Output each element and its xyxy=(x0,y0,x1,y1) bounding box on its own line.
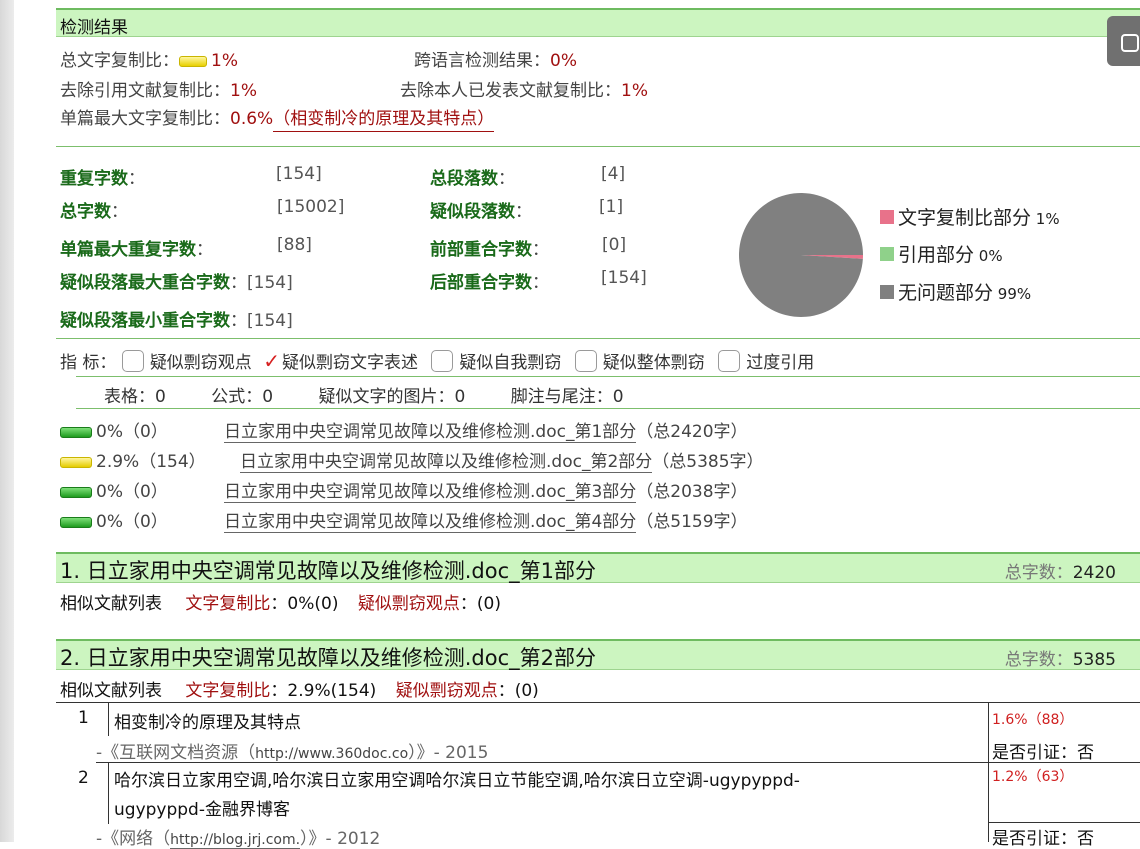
checkbox-icon[interactable] xyxy=(718,350,741,372)
ref-percent: 1.6%（88） xyxy=(992,712,1074,728)
report-document: 检测结果 总文字复制比： 1% 跨语言检测结果：0% 去除引用文献复制比：1% 去… xyxy=(56,0,1140,849)
floating-tool-button[interactable] xyxy=(1107,16,1140,66)
cross-language-result: 跨语言检测结果：0% xyxy=(414,51,577,71)
legend-value: 0% xyxy=(974,247,1003,265)
divider xyxy=(76,376,1140,377)
ref-title[interactable]: 哈尔滨日立家用空调,哈尔滨日立家用空调哈尔滨日立节能空调,哈尔滨日立空调-ugy… xyxy=(114,766,800,791)
max-single-dup-value: [88] xyxy=(277,235,312,255)
copy-ratio-pie-chart xyxy=(739,192,863,317)
legend-label: 引用部分 xyxy=(898,244,975,266)
indicator-plagiarized-idea[interactable]: 疑似剽窃观点 xyxy=(121,350,252,373)
indicators-label: 指 标： xyxy=(60,353,117,373)
legend-swatch xyxy=(880,284,894,299)
back-overlap-label: 后部重合字数： xyxy=(430,273,549,293)
table-border xyxy=(108,762,109,824)
ref-source: -《互联网文档资源（http://www.360doc.co）》- 2015 xyxy=(96,743,489,763)
checkbox-icon[interactable] xyxy=(574,350,597,372)
legend-swatch xyxy=(880,246,894,261)
section-1-title: 1. 日立家用中央空调常见故障以及维修检测.doc_第1部分 xyxy=(60,559,596,583)
yellow-bar-icon xyxy=(179,55,207,67)
pie-slice-2 xyxy=(739,192,863,317)
divider xyxy=(56,338,1140,339)
total-copy-ratio: 总文字复制比： 1% xyxy=(60,51,238,71)
section-2-title: 2. 日立家用中央空调常见故障以及维修检测.doc_第2部分 xyxy=(60,646,596,670)
ref-title[interactable]: 相变制冷的原理及其特点 xyxy=(114,708,301,733)
divider xyxy=(56,146,1140,147)
legend-swatch xyxy=(880,209,894,224)
ref-source-link[interactable]: http://blog.jrj.com. xyxy=(170,832,301,849)
part-row-3: 0%（0） 日立家用中央空调常见故障以及维修检测.doc_第3部分（总2038字） xyxy=(60,477,748,503)
max-single-ratio: 单篇最大文字复制比：0.6%（相变制冷的原理及其特点） xyxy=(60,104,495,132)
legend-value: 1% xyxy=(1031,210,1060,228)
section-2-total: 总字数：5385 xyxy=(1004,650,1116,670)
total-para-value: [4] xyxy=(601,164,626,184)
ref-citation-status: 是否引证：否 xyxy=(992,743,1094,763)
max-single-source-link[interactable]: （相变制冷的原理及其特点） xyxy=(273,109,495,132)
indicator-excessive-citation[interactable]: 过度引用 xyxy=(718,350,814,373)
legend-item-2: 无问题部分 99% xyxy=(880,278,1031,305)
dup-chars-label: 重复字数： xyxy=(60,169,145,189)
section-1-summary: 相似文献列表 文字复制比：0%(0) 疑似剽窃观点：(0) xyxy=(60,594,501,614)
ref-title-continued[interactable]: ugypyppd-金融界博客 xyxy=(114,795,290,820)
part-row-4: 0%（0） 日立家用中央空调常见故障以及维修检测.doc_第4部分（总5159字） xyxy=(60,507,748,533)
result-title: 检测结果 xyxy=(60,18,128,38)
ref-source: -《网络（http://blog.jrj.com.）》- 2012 xyxy=(96,829,381,849)
legend-item-0: 文字复制比部分 1% xyxy=(880,203,1060,230)
ref-number: 1 xyxy=(78,708,89,728)
exclude-self-ratio: 去除本人已发表文献复制比：1% xyxy=(400,81,648,101)
section-1-total: 总字数：2420 xyxy=(1004,563,1116,583)
ref-percent: 1.2%（63） xyxy=(992,769,1074,785)
susp-para-value: [1] xyxy=(599,197,624,217)
green-bar-icon xyxy=(60,486,92,498)
susp-para-max-label: 疑似段落最大重合字数：[154] xyxy=(60,273,293,293)
part-link-3[interactable]: 日立家用中央空调常见故障以及维修检测.doc_第3部分 xyxy=(224,482,637,503)
indicator-plagiarized-wording[interactable]: ✓ 疑似剽窃文字表述 xyxy=(263,349,418,373)
table-border xyxy=(988,702,989,842)
total-chars-value: [15002] xyxy=(277,197,345,217)
legend-item-1: 引用部分 0% xyxy=(880,240,1003,267)
indicators-row: 指 标： 疑似剽窃观点 ✓ 疑似剽窃文字表述 疑似自我剽窃 疑似整体剽窃 过度引用 xyxy=(60,348,814,375)
exclude-reference-ratio: 去除引用文献复制比：1% xyxy=(60,81,257,101)
table-border xyxy=(56,702,1140,703)
part-row-2: 2.9%（154） 日立家用中央空调常见故障以及维修检测.doc_第2部分（总53… xyxy=(60,447,764,473)
section-1-header: 1. 日立家用中央空调常见故障以及维修检测.doc_第1部分 总字数：2420 xyxy=(56,552,1140,583)
indicator-whole-plagiarism[interactable]: 疑似整体剽窃 xyxy=(574,350,705,373)
part-link-4[interactable]: 日立家用中央空调常见故障以及维修检测.doc_第4部分 xyxy=(224,512,637,533)
checkbox-icon[interactable] xyxy=(431,350,454,372)
checkbox-icon[interactable] xyxy=(121,350,144,372)
table-border xyxy=(988,822,1140,823)
result-header: 检测结果 xyxy=(56,8,1140,38)
legend-value: 99% xyxy=(993,285,1032,303)
susp-para-label: 疑似段落数： xyxy=(430,202,532,222)
total-para-label: 总段落数： xyxy=(430,169,515,189)
part-link-1[interactable]: 日立家用中央空调常见故障以及维修检测.doc_第1部分 xyxy=(224,422,637,443)
ref-citation-status: 是否引证：否 xyxy=(992,829,1094,849)
green-bar-icon xyxy=(60,426,92,438)
back-overlap-value: [154] xyxy=(601,268,647,288)
document-icon xyxy=(1121,34,1139,52)
table-border xyxy=(96,762,1140,763)
part-row-1: 0%（0） 日立家用中央空调常见故障以及维修检测.doc_第1部分（总2420字） xyxy=(60,417,748,443)
table-border xyxy=(108,702,109,736)
section-2-summary: 相似文献列表 文字复制比：2.9%(154) 疑似剽窃观点：(0) xyxy=(60,681,539,701)
part-link-2[interactable]: 日立家用中央空调常见故障以及维修检测.doc_第2部分 xyxy=(240,452,653,473)
front-overlap-label: 前部重合字数： xyxy=(430,240,549,260)
section-2-header: 2. 日立家用中央空调常见故障以及维修检测.doc_第2部分 总字数：5385 xyxy=(56,639,1140,670)
total-chars-label: 总字数： xyxy=(60,202,128,222)
checkmark-icon[interactable]: ✓ xyxy=(263,349,280,373)
max-single-dup-label: 单篇最大重复字数： xyxy=(60,240,213,260)
dup-chars-value: [154] xyxy=(276,164,322,184)
divider xyxy=(76,408,1140,409)
counts-row: 表格：0 公式：0 疑似文字的图片：0 脚注与尾注：0 xyxy=(104,387,624,407)
left-gutter xyxy=(0,0,14,842)
susp-para-min-label: 疑似段落最小重合字数：[154] xyxy=(60,311,293,331)
front-overlap-value: [0] xyxy=(602,235,627,255)
legend-label: 无问题部分 xyxy=(898,282,994,304)
green-bar-icon xyxy=(60,516,92,528)
legend-label: 文字复制比部分 xyxy=(898,207,1032,229)
ref-source-link[interactable]: http://www.360doc.co xyxy=(255,746,409,763)
indicator-self-plagiarism[interactable]: 疑似自我剽窃 xyxy=(431,350,561,373)
ref-number: 2 xyxy=(78,768,89,788)
yellow-bar-icon xyxy=(60,456,92,468)
